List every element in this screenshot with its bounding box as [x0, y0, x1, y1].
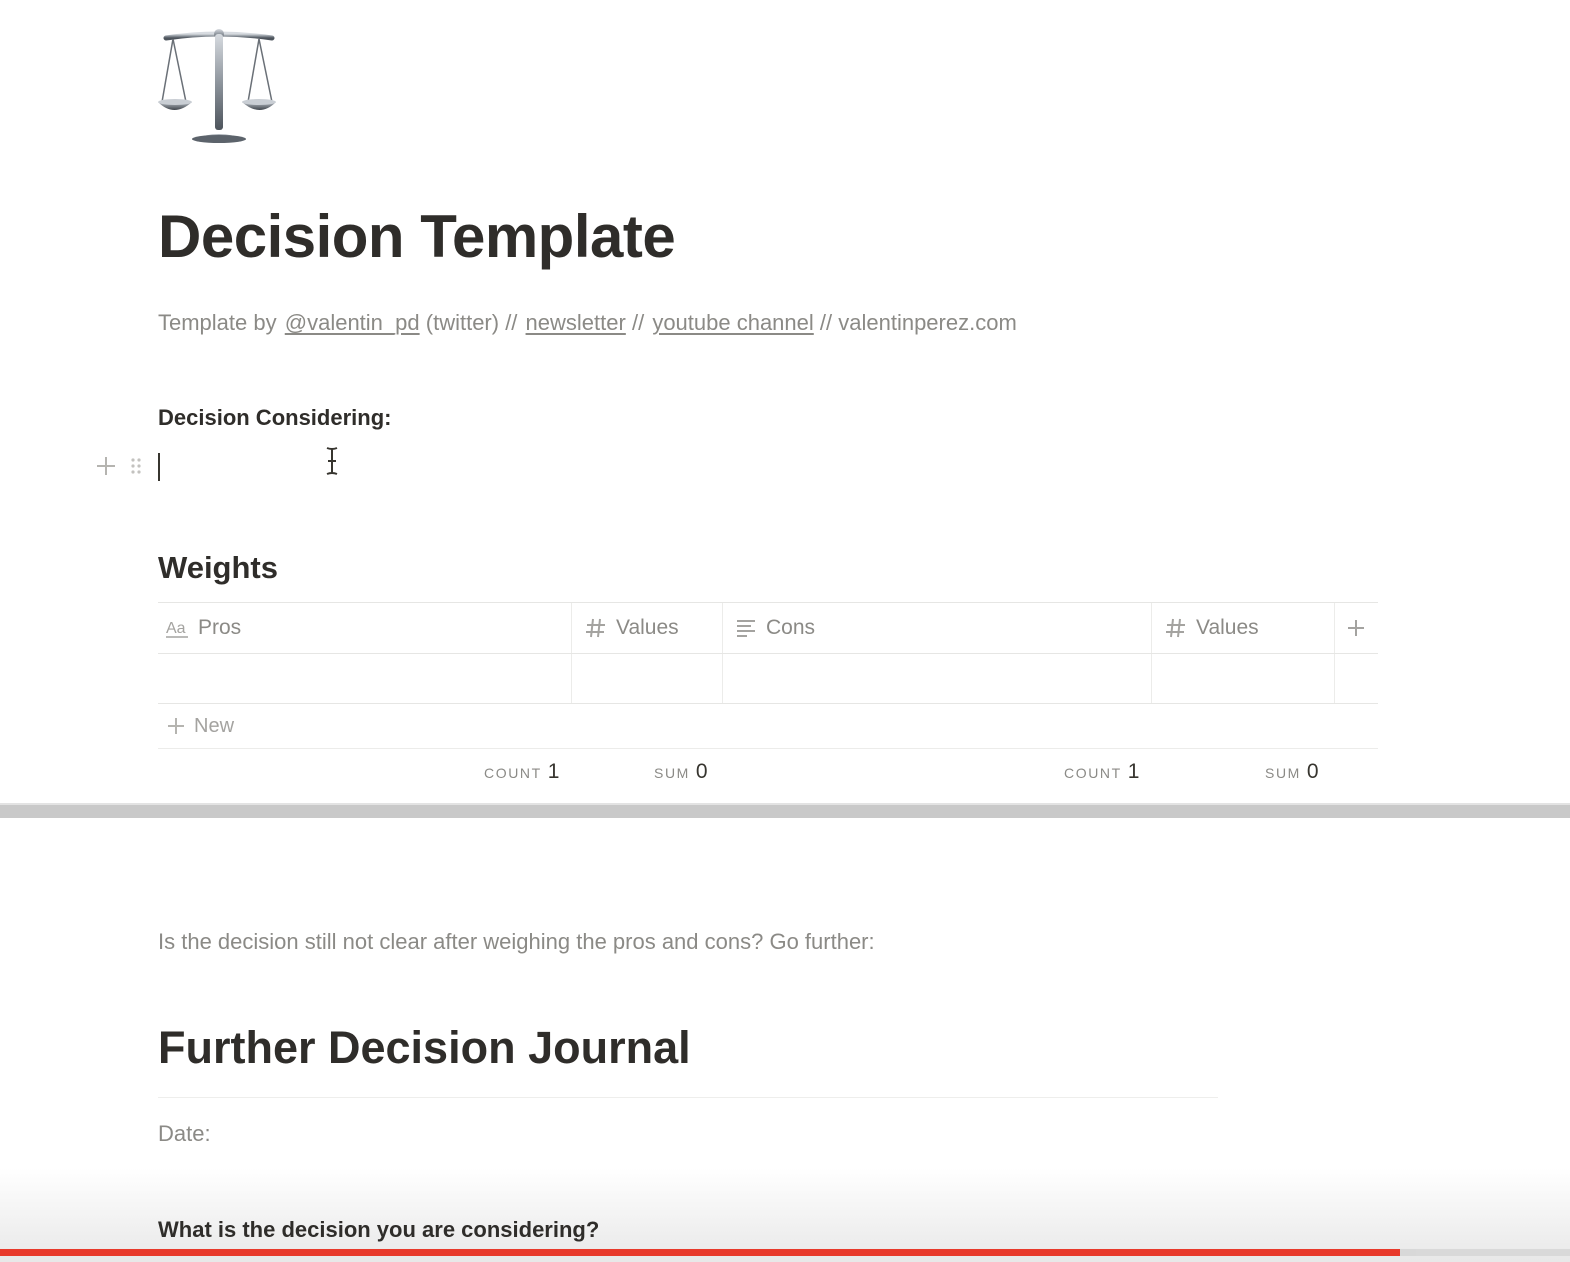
calc-key: COUNT [1064, 765, 1122, 781]
cell-cons[interactable] [723, 654, 1151, 703]
column-header-values-cons[interactable]: Values [1164, 603, 1259, 653]
table-header-row: Aa Pros Values Cons Values [158, 602, 1378, 653]
calc-value: 0 [695, 760, 708, 783]
number-hash-icon [584, 616, 608, 640]
new-row-label: New [194, 714, 235, 737]
newsletter-link[interactable]: newsletter [526, 310, 626, 335]
calc-key: COUNT [484, 765, 542, 781]
number-hash-icon [1164, 616, 1188, 640]
new-row-bar: New [158, 703, 1378, 749]
heading-divider [158, 1097, 1218, 1098]
table-row[interactable] [158, 653, 1378, 703]
video-buffered-bar [1400, 1249, 1417, 1256]
calc-sum-cons[interactable]: SUM 0 [1265, 760, 1319, 784]
text-lines-icon [734, 616, 758, 640]
go-further-prompt: Is the decision still not clear after we… [158, 929, 875, 954]
drag-handle-icon[interactable] [128, 454, 144, 478]
calc-key: SUM [654, 765, 690, 781]
plus-icon [168, 718, 184, 734]
decision-question-label: What is the decision you are considering… [158, 1217, 600, 1242]
column-label: Values [1196, 616, 1259, 639]
calc-count-cons[interactable]: COUNT 1 [1064, 760, 1139, 784]
cell-cons-value[interactable] [1152, 654, 1334, 703]
byline-twitter-suffix: (twitter) // [425, 310, 518, 335]
column-label: Values [616, 616, 679, 639]
weights-heading: Weights [158, 550, 278, 585]
block-handles [94, 452, 150, 480]
date-label: Date: [158, 1121, 211, 1146]
column-header-pros[interactable]: Aa Pros [166, 603, 241, 653]
byline-prefix: Template by [158, 310, 277, 335]
column-header-cons[interactable]: Cons [734, 603, 815, 653]
ibeam-cursor-icon [326, 447, 338, 475]
template-byline: Template by @valentin_pd (twitter) // ne… [158, 310, 1019, 336]
add-property-button[interactable] [1334, 603, 1378, 653]
column-label: Cons [766, 616, 816, 639]
column-label: Pros [198, 616, 242, 639]
cell-pros[interactable] [166, 654, 566, 703]
column-header-values-pros[interactable]: Values [584, 603, 679, 653]
further-journal-heading: Further Decision Journal [158, 1022, 691, 1073]
cell-pros-value[interactable] [572, 654, 722, 703]
balance-scale-icon [158, 29, 276, 143]
new-row-button[interactable]: New [166, 704, 234, 748]
svg-text:Aa: Aa [166, 620, 186, 637]
twitter-link[interactable]: @valentin_pd [285, 310, 420, 335]
byline-separator: // [631, 310, 645, 335]
split-divider [0, 803, 1570, 818]
page-title[interactable]: Decision Template [158, 202, 676, 271]
calc-sum-pros[interactable]: SUM 0 [654, 760, 708, 784]
text-caret[interactable] [158, 453, 160, 481]
video-progress-fill [0, 1249, 1401, 1256]
decision-considering-label: Decision Considering: [158, 405, 392, 430]
calc-value: 0 [1306, 760, 1319, 783]
youtube-channel-link[interactable]: youtube channel [652, 310, 813, 335]
plus-icon [1348, 620, 1364, 636]
video-progress-bar[interactable] [0, 1249, 1570, 1256]
add-block-icon[interactable] [94, 454, 118, 478]
byline-website: // valentinperez.com [819, 310, 1017, 335]
calc-key: SUM [1265, 765, 1301, 781]
calc-value: 1 [1127, 760, 1140, 783]
calc-count-pros[interactable]: COUNT 1 [484, 760, 559, 784]
title-aa-icon: Aa [166, 616, 190, 640]
video-controls-gradient [0, 1168, 1570, 1262]
calc-value: 1 [547, 760, 560, 783]
